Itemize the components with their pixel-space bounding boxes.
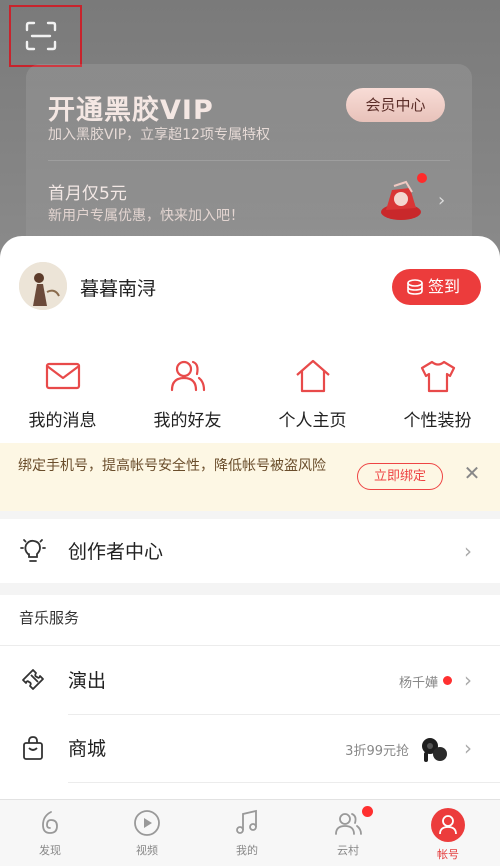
quick-action-label: 我的好友 [153, 411, 222, 431]
home-icon [295, 359, 330, 393]
video-icon [134, 810, 160, 836]
earbuds-product-image [422, 738, 447, 762]
quick-action-label: 个性装扮 [403, 411, 472, 431]
avatar-image [19, 262, 67, 310]
music-service-hint: 3折99元抢 [345, 744, 409, 759]
avatar[interactable] [19, 262, 67, 310]
envelope-icon [45, 362, 80, 390]
quick-action-messages[interactable]: 我的消息 [0, 356, 125, 431]
tab-community[interactable]: 云村 [298, 806, 398, 858]
vip-title: 开通黑胶VIP [48, 95, 214, 126]
ticket-icon [22, 669, 44, 690]
tab-label: 发现 [39, 844, 61, 857]
scan-button[interactable] [9, 5, 82, 67]
quick-action-label: 个人主页 [278, 411, 347, 431]
notice-text: 绑定手机号，提高帐号安全性，降低帐号被盗风险 [18, 458, 326, 474]
checkin-button[interactable]: 签到 [392, 269, 481, 305]
discover-icon [42, 811, 58, 834]
music-services-title: 音乐服务 [19, 609, 80, 627]
tab-discover[interactable]: 发现 [0, 808, 100, 858]
quick-action-homepage[interactable]: 个人主页 [250, 356, 375, 431]
username[interactable]: 暮暮南浔 [80, 274, 156, 301]
tab-video[interactable]: 视频 [97, 808, 197, 858]
tab-label: 视频 [136, 844, 158, 857]
bottom-tab-bar: 发现 视频 我的 云村 帐号 [0, 799, 500, 866]
creator-center-label: 创作者中心 [68, 541, 164, 563]
creator-center-row[interactable]: 创作者中心 › [0, 519, 500, 583]
account-icon [431, 808, 465, 842]
checkin-label: 签到 [428, 277, 461, 296]
music-service-label: 商城 [68, 738, 107, 760]
notification-dot [443, 676, 452, 685]
quick-action-label: 我的消息 [28, 411, 97, 431]
vip-subtitle: 加入黑胶VIP，立享超12项专属特权 [48, 127, 270, 143]
promo-notification-dot [417, 173, 427, 183]
member-center-button[interactable]: 会员中心 [346, 88, 445, 122]
bind-now-button[interactable]: 立即绑定 [357, 463, 443, 490]
music-note-icon [236, 809, 257, 834]
music-service-row-mall[interactable]: 商城 3折99元抢 › [0, 716, 500, 780]
tab-mine[interactable]: 我的 [197, 808, 297, 858]
tab-account[interactable]: 帐号 [398, 808, 498, 862]
lightbulb-icon [20, 539, 46, 562]
account-sheet: 暮暮南浔 签到 我的消息 我的好友 个人主页 个性装扮 绑定手机号，提高帐号安全… [0, 236, 500, 866]
chevron-right-icon: › [464, 539, 472, 563]
tshirt-icon [420, 360, 455, 393]
scan-icon [25, 21, 57, 51]
row-separator [0, 645, 500, 646]
row-separator [68, 714, 500, 715]
music-service-hint: 杨千嬅 [398, 676, 438, 691]
chevron-right-icon: › [464, 736, 472, 760]
promo-title: 首月仅5元 [48, 184, 127, 204]
music-service-row-shows[interactable]: 演出 杨千嬅 › [0, 648, 500, 712]
friends-icon [170, 360, 205, 392]
divider-band [0, 511, 500, 519]
notification-dot [362, 806, 373, 817]
coin-icon [407, 279, 423, 295]
quick-action-dressup[interactable]: 个性装扮 [375, 356, 500, 431]
divider-band [0, 583, 500, 595]
chevron-right-icon[interactable]: › [438, 190, 445, 211]
music-service-label: 演出 [68, 670, 107, 692]
row-separator [68, 782, 500, 783]
promo-subtitle: 新用户专属优惠，快来加入吧！ [48, 208, 244, 224]
shopping-bag-icon [23, 736, 43, 760]
bind-phone-notice: 绑定手机号，提高帐号安全性，降低帐号被盗风险 立即绑定 ✕ [0, 443, 500, 511]
tab-label: 帐号 [437, 848, 459, 861]
chevron-right-icon: › [464, 668, 472, 692]
tab-label: 云村 [337, 844, 359, 857]
vip-card[interactable]: 开通黑胶VIP 加入黑胶VIP，立享超12项专属特权 会员中心 首月仅5元 新用… [26, 64, 472, 264]
close-icon[interactable]: ✕ [460, 461, 484, 485]
vip-divider [48, 160, 450, 161]
quick-action-friends[interactable]: 我的好友 [125, 356, 250, 431]
community-icon [335, 813, 362, 835]
tab-label: 我的 [236, 844, 258, 857]
